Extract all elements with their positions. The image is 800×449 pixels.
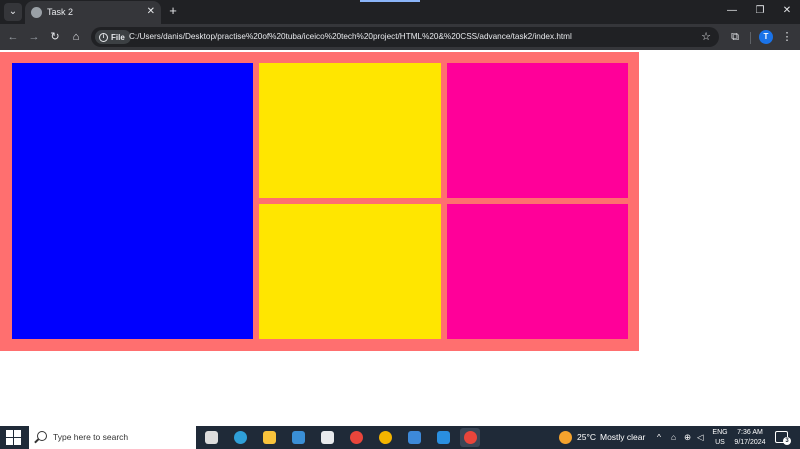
weather-condition[interactable]: Mostly clear — [600, 426, 645, 449]
address-bar[interactable]: i File C:/Users/danis/Desktop/practise%2… — [91, 27, 719, 47]
restore-button[interactable]: ❐ — [750, 3, 770, 19]
bookmark-star-icon[interactable]: ☆ — [701, 30, 711, 44]
language-code: ENG — [712, 429, 728, 436]
app-glyph — [262, 431, 276, 444]
search-icon — [37, 431, 47, 441]
edge-icon[interactable] — [230, 428, 250, 447]
globe-icon — [31, 7, 42, 18]
tab-title: Task 2 — [47, 7, 74, 17]
reload-button[interactable]: ↻ — [46, 28, 64, 46]
pink-box-bottom — [447, 204, 628, 339]
chrome-icon[interactable] — [346, 428, 366, 447]
browser-tab-strip: ⌄ Task 2 ✕ + — ❐ ✕ — [0, 0, 800, 24]
toolbar-divider — [750, 32, 751, 44]
minimize-button[interactable]: — — [722, 3, 742, 19]
file-explorer-icon[interactable] — [259, 428, 279, 447]
windows-taskbar: Type here to search 25°C Mostly clear ^ … — [0, 426, 800, 449]
task-view-icon[interactable] — [201, 428, 221, 447]
url-text[interactable]: C:/Users/danis/Desktop/practise%20of%20t… — [129, 31, 572, 43]
new-tab-button[interactable]: + — [165, 3, 181, 19]
blue-box — [12, 63, 253, 339]
volume-icon[interactable]: ◁ — [697, 426, 704, 449]
app-glyph — [463, 431, 477, 444]
yellow-box-top — [259, 63, 441, 198]
app-glyph — [291, 431, 305, 444]
app-glyph — [204, 431, 218, 444]
app-glyph — [349, 431, 363, 444]
home-button[interactable]: ⌂ — [67, 28, 85, 46]
language-region: US — [715, 438, 725, 446]
globe-tray-icon[interactable]: ⊕ — [684, 426, 691, 449]
chrome-profile-icon[interactable] — [460, 428, 480, 447]
more-menu-icon[interactable]: ⋮ — [780, 28, 794, 46]
forward-button[interactable]: → — [25, 28, 43, 46]
browser-toolbar: ← → ↻ ⌂ i File C:/Users/danis/Desktop/pr… — [0, 24, 800, 50]
app-glyph — [320, 431, 334, 444]
site-chip-label: File — [111, 32, 125, 42]
language-indicator[interactable]: ENG US — [710, 428, 730, 447]
grid-container — [0, 52, 639, 351]
app-glyph — [436, 431, 450, 444]
page-viewport — [0, 50, 800, 426]
info-icon: i — [99, 32, 108, 42]
weather-temp[interactable]: 25°C — [577, 426, 596, 449]
notification-badge: 3 — [783, 437, 791, 445]
back-button[interactable]: ← — [4, 28, 22, 46]
clock-time: 7:36 AM — [737, 429, 763, 436]
chrome-alt-icon[interactable] — [375, 428, 395, 447]
search-placeholder: Type here to search — [53, 432, 129, 442]
extensions-puzzle-icon[interactable]: ⧉ — [726, 28, 744, 46]
network-icon[interactable]: ⌂ — [671, 426, 676, 449]
vscode-icon[interactable] — [433, 428, 453, 447]
taskbar-search-box[interactable]: Type here to search — [29, 426, 196, 449]
mail-icon[interactable] — [317, 428, 337, 447]
yellow-box-bottom — [259, 204, 441, 339]
microsoft-store-icon[interactable] — [288, 428, 308, 447]
close-window-button[interactable]: ✕ — [777, 3, 797, 19]
site-info-chip[interactable]: i File — [95, 30, 131, 44]
app-glyph — [233, 431, 247, 444]
tab-close-icon[interactable]: ✕ — [147, 6, 155, 18]
app-glyph — [407, 431, 421, 444]
weather-moon-icon[interactable] — [559, 431, 572, 444]
profile-avatar[interactable]: T — [759, 30, 773, 44]
windows-start-icon[interactable] — [6, 430, 21, 445]
tab-strip-accent — [360, 0, 420, 2]
tray-overflow-chevron-icon[interactable]: ^ — [657, 426, 661, 449]
system-clock[interactable]: 7:36 AM 9/17/2024 — [733, 428, 767, 447]
app-glyph — [378, 431, 392, 444]
tab-task-2[interactable]: Task 2 ✕ — [25, 1, 161, 24]
tab-search-icon[interactable]: ⌄ — [4, 3, 22, 21]
clock-date: 9/17/2024 — [734, 438, 766, 446]
photos-icon[interactable] — [404, 428, 424, 447]
pink-box-top — [447, 63, 628, 198]
